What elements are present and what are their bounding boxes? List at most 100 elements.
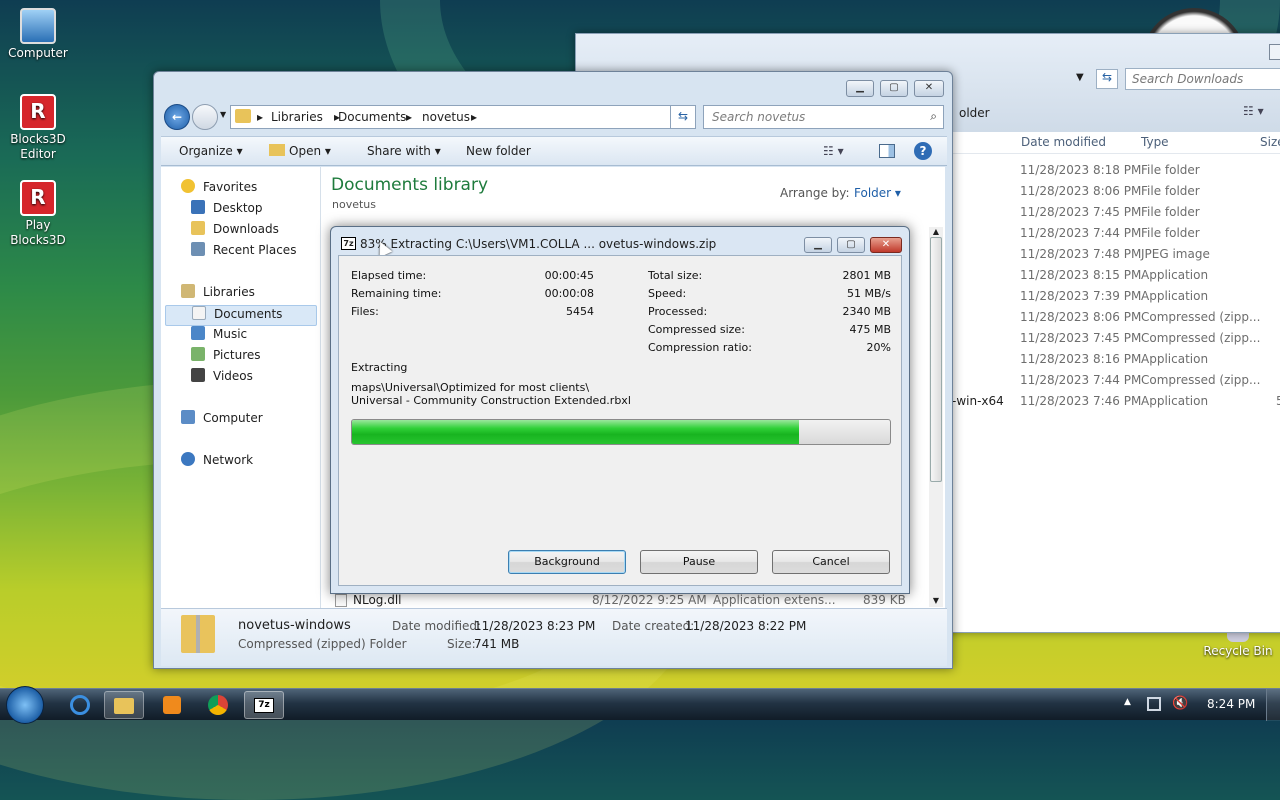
blocks3d-icon: R [20, 94, 56, 130]
close-button[interactable] [1269, 44, 1280, 60]
forward-button[interactable] [192, 104, 218, 130]
start-button[interactable] [6, 686, 44, 724]
ie-taskbar-icon[interactable] [60, 691, 100, 719]
item-date: 11/28/2023 7:39 PM [1020, 289, 1142, 303]
maximize-button[interactable]: ▢ [880, 80, 908, 97]
desktop-icon-blocks3d-editor[interactable]: R Blocks3D Editor [0, 94, 76, 162]
open-button[interactable]: Open ▾ [269, 144, 331, 158]
scroll-thumb[interactable] [930, 237, 942, 482]
views-icon[interactable]: ☷ ▾ [1243, 104, 1264, 118]
navigation-pane: Favorites Desktop Downloads Recent Place… [161, 167, 321, 608]
stat-value: 51 MB/s [847, 287, 891, 300]
7zip-taskbar-icon[interactable]: 7z [244, 691, 284, 719]
music-icon [191, 326, 205, 340]
nav-pictures[interactable]: Pictures [191, 347, 329, 368]
address-bar[interactable]: ▸ Libraries ▸ Documents ▸ novetus ▸ ▼ [230, 105, 690, 129]
nav-favorites[interactable]: Favorites [181, 179, 319, 200]
nav-network[interactable]: Network [181, 452, 319, 473]
action-label: Extracting [351, 361, 408, 374]
item-type: File folder [1141, 226, 1200, 240]
stat-value: 00:00:08 [544, 287, 594, 300]
item-type: Application [1141, 268, 1209, 282]
stat-value: 00:00:45 [544, 269, 594, 282]
clock[interactable]: 8:24 PM [1207, 697, 1255, 711]
item-date: 11/28/2023 8:16 PM [1020, 352, 1142, 366]
help-icon[interactable]: ? [914, 142, 932, 160]
refresh-icon[interactable]: ⇆ [1096, 69, 1118, 89]
item-type: File folder [1141, 163, 1200, 177]
folder-label: older [959, 106, 990, 120]
arrange-by-dropdown[interactable]: Folder ▾ [854, 186, 901, 200]
preview-pane-icon[interactable] [879, 144, 895, 158]
nav-downloads[interactable]: Downloads [191, 221, 329, 242]
nav-music[interactable]: Music [191, 326, 329, 347]
breadcrumb-documents[interactable]: Documents [338, 110, 406, 124]
col-size[interactable]: Size [1260, 135, 1280, 149]
change-view-icon[interactable]: ☷ ▾ [823, 144, 844, 158]
maximize-button[interactable]: ▢ [837, 237, 865, 253]
breadcrumb-novetus[interactable]: novetus [422, 110, 470, 124]
organize-menu[interactable]: Organize ▾ [179, 144, 243, 158]
item-date: 11/28/2023 8:06 PM [1020, 310, 1142, 324]
stat-value: 2801 MB [842, 269, 891, 282]
dll-file-icon [335, 594, 347, 607]
refresh-button[interactable]: ⇆ [670, 105, 696, 129]
scroll-up-icon[interactable]: ▲ [929, 227, 943, 236]
col-date-modified[interactable]: Date modified [1021, 135, 1106, 149]
nav-desktop[interactable]: Desktop [191, 200, 329, 221]
extract-progress-dialog[interactable]: 7z 83% Extracting C:\Users\VM1.COLLA ...… [330, 226, 910, 594]
star-icon [181, 179, 195, 193]
taskbar: 7z ▲ 🔇 8:24 PM [0, 686, 1280, 724]
search-input[interactable]: Search novetus ⌕ [703, 105, 944, 129]
volume-muted-icon[interactable]: 🔇 [1172, 696, 1188, 711]
show-hidden-icons[interactable]: ▲ [1124, 697, 1131, 707]
stat-value: 2340 MB [842, 305, 891, 318]
dialog-title: 83% Extracting C:\Users\VM1.COLLA ... ov… [360, 237, 717, 251]
nav-recent-places[interactable]: Recent Places [191, 242, 329, 263]
stat-label: Compression ratio: [648, 341, 752, 354]
background-button[interactable]: Background [508, 550, 626, 574]
item-type: Application [1141, 289, 1209, 303]
stat-value: 475 MB [849, 323, 891, 336]
chrome-taskbar-icon[interactable] [198, 691, 238, 719]
close-button[interactable]: ✕ [914, 80, 944, 97]
pause-button[interactable]: Pause [640, 550, 758, 574]
back-button[interactable]: ← [164, 104, 190, 130]
address-dropdown-icon[interactable]: ▼ [1076, 72, 1084, 83]
minimize-button[interactable]: ▁ [846, 80, 874, 97]
arrange-by-label: Arrange by: [780, 186, 850, 200]
downloads-icon [191, 221, 205, 235]
item-type: Compressed (zipp... [1141, 310, 1261, 324]
current-path-line2: Universal - Community Construction Exten… [351, 394, 631, 407]
minimize-button[interactable]: ▁ [804, 237, 832, 253]
explorer-taskbar-icon[interactable] [104, 691, 144, 719]
close-button[interactable]: ✕ [870, 237, 902, 253]
new-folder-button[interactable]: New folder [466, 144, 531, 158]
media-player-taskbar-icon[interactable] [152, 691, 192, 719]
desktop-icon-play-blocks3d[interactable]: R Play Blocks3D [0, 180, 76, 248]
library-title: Documents library [331, 175, 489, 195]
breadcrumb-libraries[interactable]: Libraries [271, 110, 323, 124]
item-date: 11/28/2023 8:18 PM [1020, 163, 1142, 177]
network-tray-icon[interactable] [1147, 697, 1161, 711]
nav-computer[interactable]: Computer [181, 410, 319, 431]
nav-documents[interactable]: Documents [165, 305, 317, 326]
cancel-button[interactable]: Cancel [772, 550, 890, 574]
nav-videos[interactable]: Videos [191, 368, 329, 389]
search-input[interactable]: Search Downloads [1125, 68, 1280, 90]
col-type[interactable]: Type [1141, 135, 1169, 149]
desktop-icon-recycle-bin[interactable]: Recycle Bin [1198, 630, 1278, 658]
show-desktop-button[interactable] [1266, 689, 1280, 721]
stat-label: Speed: [648, 287, 687, 300]
vertical-scrollbar[interactable]: ▲ ▼ [929, 227, 943, 607]
history-dropdown-icon[interactable]: ▼ [220, 110, 226, 119]
item-date: 11/28/2023 8:15 PM [1020, 268, 1142, 282]
share-with-menu[interactable]: Share with ▾ [367, 144, 441, 158]
scroll-down-icon[interactable]: ▼ [929, 596, 943, 605]
network-icon [181, 452, 195, 466]
nav-libraries[interactable]: Libraries [181, 284, 319, 305]
search-icon[interactable]: ⌕ [930, 109, 937, 124]
file-row-nlog[interactable]: NLog.dll 8/12/2022 9:25 AM Application e… [335, 593, 925, 609]
desktop-icon-computer[interactable]: Computer [0, 8, 76, 60]
item-type: Application [1141, 352, 1209, 366]
